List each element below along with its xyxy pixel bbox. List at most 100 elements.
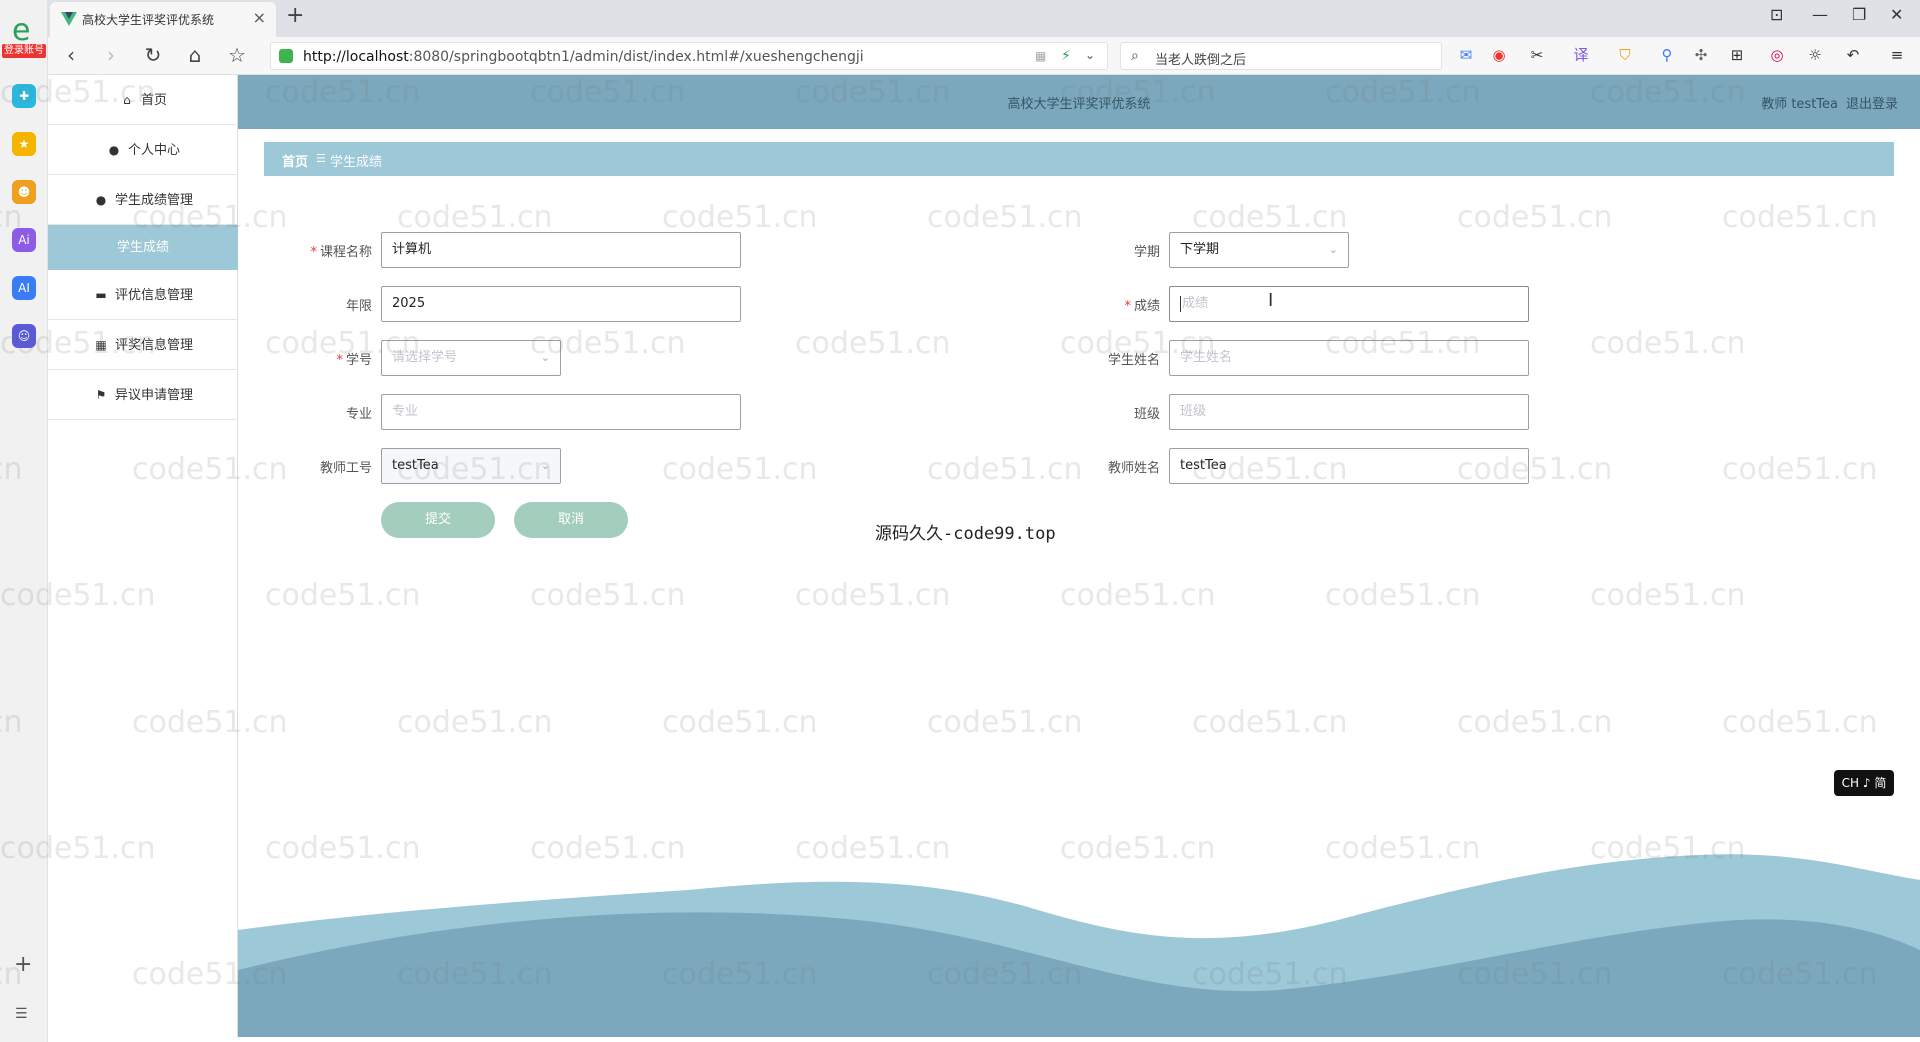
score-placeholder: 成绩 — [1182, 296, 1209, 311]
close-window-icon[interactable]: ✕ — [1890, 5, 1903, 24]
mail-icon[interactable]: ✉ — [1455, 44, 1477, 66]
chevron-down-icon: ⌄ — [540, 351, 550, 364]
sidebar-item-score-management[interactable]: ● 学生成绩管理 — [48, 175, 238, 225]
teacher-name-input[interactable]: testTea — [1169, 448, 1529, 484]
app-rail: e 登录账号 ✚ ★ ☻ Ai AI ☺ + ☰ — [0, 0, 48, 1042]
sidebar: ⌂ 首页 ● 个人中心 ● 学生成绩管理 学生成绩 ▬ 评优信息管理 ▦ 评奖信息管理 ⚑… — [48, 75, 238, 1037]
bot-icon[interactable]: ☻ — [12, 180, 36, 204]
sidebar-item-label: 个人中心 — [127, 143, 180, 158]
sidebar-item-home[interactable]: ⌂ 首页 — [48, 75, 238, 125]
pin-window-icon[interactable]: ⊡ — [1770, 5, 1783, 24]
chevron-down-icon: ⌄ — [540, 459, 550, 472]
student-id-select[interactable]: 请选择学号 ⌄ — [381, 340, 561, 376]
app-header: 高校大学生评奖评优系统 教师 testTea 退出登录 — [238, 75, 1920, 129]
bookmark-star-icon[interactable]: ☆ — [224, 42, 250, 68]
undo-icon[interactable]: ↶ — [1842, 44, 1864, 66]
year-input[interactable]: 2025 — [381, 286, 741, 322]
restore-icon[interactable]: ❐ — [1852, 5, 1866, 24]
search-bar[interactable]: ⌕ 当老人跌倒之后 — [1120, 42, 1442, 70]
ime-indicator[interactable]: CH ♪ 简 — [1834, 770, 1894, 796]
sidebar-item-label: 评奖信息管理 — [114, 338, 193, 353]
find-icon[interactable]: ⚲ — [1656, 44, 1678, 66]
score-label: * 成绩 — [1124, 299, 1160, 314]
score-input[interactable]: 成绩 — [1169, 286, 1529, 322]
close-tab-icon[interactable]: × — [253, 8, 266, 27]
home-icon: ⌂ — [123, 93, 131, 107]
translate-icon[interactable]: 译 — [1570, 44, 1592, 66]
svg-text:e: e — [12, 13, 30, 48]
tab-bar — [48, 0, 1920, 37]
breadcrumb-current: 学生成绩 — [330, 155, 383, 170]
tab-title: 高校大学生评奖评优系统 — [82, 13, 215, 27]
star-icon[interactable]: ★ — [12, 132, 36, 156]
user-icon: ● — [95, 193, 107, 207]
apps-grid-icon[interactable]: ⊞ — [1726, 44, 1748, 66]
logout-link[interactable]: 退出登录 — [1846, 93, 1898, 112]
apps-icon[interactable]: ✚ — [12, 84, 36, 108]
text-caret — [1180, 295, 1181, 312]
flag-icon: ⚑ — [95, 388, 107, 402]
back-icon[interactable]: ‹ — [58, 42, 84, 68]
semester-value: 下学期 — [1180, 242, 1220, 257]
sidebar-item-label: 评优信息管理 — [114, 288, 193, 303]
semester-label: 学期 — [1133, 245, 1160, 260]
sidebar-item-excellence[interactable]: ▬ 评优信息管理 — [48, 270, 238, 320]
system-title: 高校大学生评奖评优系统 — [1007, 97, 1151, 112]
current-user: 教师 testTea — [1761, 97, 1838, 112]
breadcrumb: 首页 ☰ 学生成绩 — [264, 142, 1894, 176]
brightness-icon[interactable]: ☼ — [1804, 44, 1826, 66]
qr-icon[interactable]: ▦ — [1035, 49, 1046, 63]
home-icon[interactable]: ⌂ — [182, 42, 208, 68]
ai-icon[interactable]: Ai — [12, 228, 36, 252]
class-label: 班级 — [1133, 407, 1160, 422]
url-text: http://localhost:8080/springbootqbtn1/ad… — [303, 49, 864, 65]
teacher-id-label: 教师工号 — [319, 461, 372, 476]
breadcrumb-home[interactable]: 首页 — [282, 151, 308, 170]
student-id-label: * 学号 — [336, 353, 372, 368]
sidebar-item-label: 首页 — [140, 93, 167, 108]
search-icon: ⌕ — [1131, 48, 1139, 64]
reload-icon[interactable]: ↻ — [140, 42, 166, 68]
sidebar-item-label: 异议申请管理 — [114, 388, 193, 403]
sidebar-item-student-scores[interactable]: 学生成绩 — [48, 225, 238, 270]
new-tab-button[interactable]: + — [286, 3, 304, 28]
add-icon[interactable]: + — [14, 952, 32, 977]
course-name-input[interactable]: 计算机 — [381, 232, 741, 268]
weibo-icon[interactable]: ◉ — [1488, 44, 1510, 66]
submit-button[interactable]: 提交 — [381, 502, 495, 538]
address-bar[interactable]: http://localhost:8080/springbootqbtn1/ad… — [270, 42, 1108, 70]
minimize-icon[interactable]: — — [1812, 5, 1828, 24]
menu-icon[interactable]: ≡ — [1886, 44, 1908, 66]
forward-icon[interactable]: › — [98, 42, 124, 68]
breadcrumb-separator-icon: ☰ — [316, 152, 326, 165]
ai-assistant-icon[interactable]: AI — [12, 276, 36, 300]
cancel-button[interactable]: 取消 — [514, 502, 628, 538]
shield-icon[interactable]: ⛉ — [1614, 44, 1636, 66]
briefcase-icon: ▬ — [95, 288, 107, 302]
scissors-icon[interactable]: ✂ — [1526, 44, 1548, 66]
user-icon: ● — [108, 143, 120, 157]
game-icon[interactable]: ☺ — [12, 324, 36, 348]
sidebar-item-appeals[interactable]: ⚑ 异议申请管理 — [48, 370, 238, 420]
color-icon[interactable]: ◎ — [1766, 44, 1788, 66]
text-cursor-icon: I — [1268, 290, 1274, 311]
sidebar-item-awards[interactable]: ▦ 评奖信息管理 — [48, 320, 238, 370]
course-name-label: * 课程名称 — [310, 245, 372, 260]
sidebar-item-profile[interactable]: ● 个人中心 — [48, 125, 238, 175]
list-icon[interactable]: ☰ — [15, 1006, 28, 1022]
major-input[interactable]: 专业 — [381, 394, 741, 430]
student-id-placeholder: 请选择学号 — [392, 350, 458, 365]
chevron-down-icon[interactable]: ⌄ — [1085, 48, 1095, 62]
semester-select[interactable]: 下学期 ⌄ — [1169, 232, 1349, 268]
wave-decoration — [238, 854, 1920, 1037]
teacher-id-select[interactable]: testTea ⌄ — [381, 448, 561, 484]
teacher-name-label: 教师姓名 — [1107, 461, 1160, 476]
login-badge[interactable]: 登录账号 — [2, 44, 46, 58]
class-input[interactable]: 班级 — [1169, 394, 1529, 430]
chevron-down-icon: ⌄ — [1328, 243, 1338, 256]
student-name-input[interactable]: 学生姓名 — [1169, 340, 1529, 376]
extensions-icon[interactable]: ✣ — [1690, 44, 1712, 66]
search-text: 当老人跌倒之后 — [1155, 53, 1247, 68]
speed-icon[interactable]: ⚡ — [1061, 48, 1071, 64]
browser-tab[interactable]: 高校大学生评奖评优系统 × — [50, 2, 276, 37]
